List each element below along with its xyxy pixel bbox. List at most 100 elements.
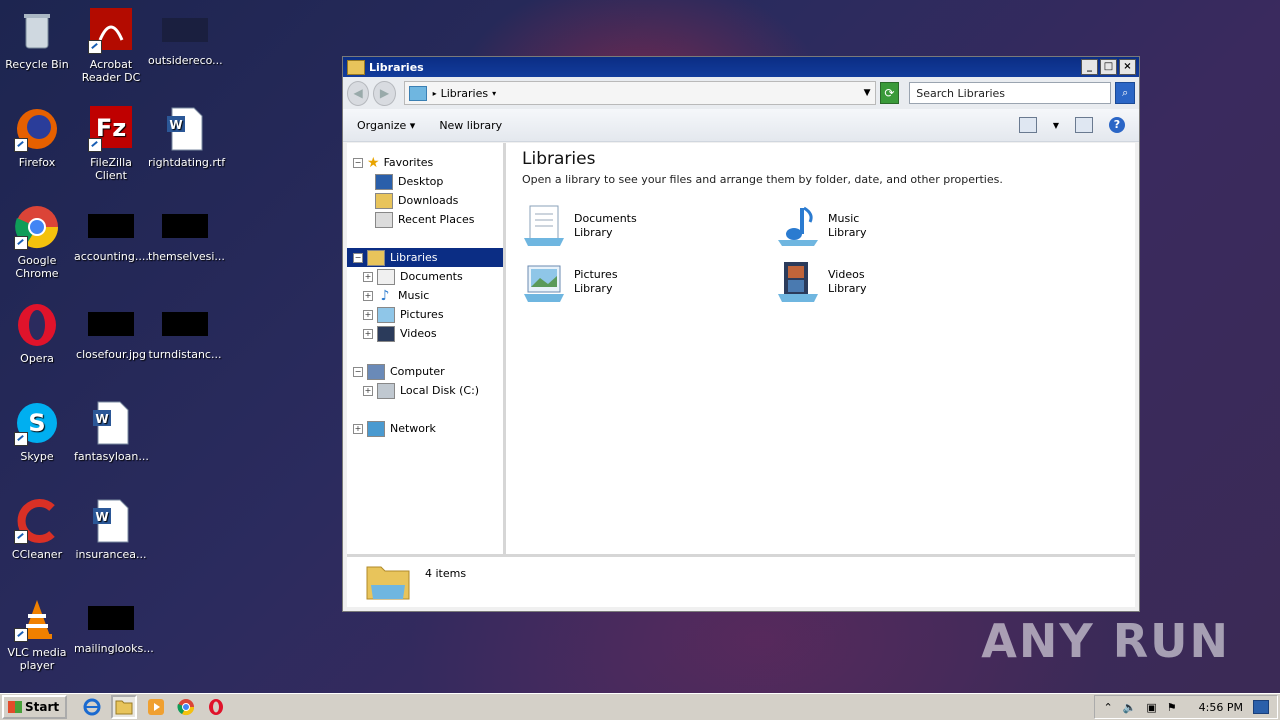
tree-label: Documents — [400, 270, 463, 283]
desktop-icon-label: outsidereco... — [148, 54, 223, 67]
desktop-icon-label: Recycle Bin — [5, 58, 69, 71]
desktop-icon-opera[interactable]: Opera — [0, 302, 74, 365]
tree-label: Favorites — [383, 156, 434, 169]
collapse-icon[interactable]: − — [353, 157, 363, 168]
tree-music[interactable]: + ♪ Music — [347, 286, 503, 305]
refresh-button[interactable]: ⟳ — [879, 82, 900, 104]
tree-pictures[interactable]: + Pictures — [347, 305, 503, 324]
new-library-button[interactable]: New library — [439, 119, 502, 132]
desktop-icon-label: fantasyloan... — [74, 450, 149, 463]
show-desktop-icon[interactable] — [1253, 700, 1269, 714]
tree-network[interactable]: + Network — [347, 419, 503, 438]
taskbar-chrome-icon[interactable] — [175, 697, 197, 717]
desktop-icon-turndistanc[interactable]: turndistanc... — [148, 302, 222, 361]
library-videos[interactable]: Videos Library — [776, 260, 1030, 304]
library-music[interactable]: Music Library — [776, 204, 1030, 248]
music-library-icon — [776, 204, 820, 248]
library-type: Library — [828, 282, 867, 295]
desktop-icon-insurancea[interactable]: W insurancea... — [74, 498, 148, 561]
library-pictures[interactable]: Pictures Library — [522, 260, 776, 304]
start-button[interactable]: Start — [2, 695, 68, 719]
ccleaner-icon — [14, 498, 60, 544]
change-view-icon[interactable] — [1018, 117, 1037, 133]
tree-downloads[interactable]: Downloads — [347, 191, 503, 210]
desktop-icon-closefour[interactable]: closefour.jpg — [74, 302, 148, 361]
tree-documents[interactable]: + Documents — [347, 267, 503, 286]
breadcrumb-libraries[interactable]: Libraries — [441, 87, 489, 100]
libraries-icon — [367, 249, 385, 266]
tree-recent-places[interactable]: Recent Places — [347, 210, 503, 229]
library-type: Library — [574, 282, 613, 295]
address-bar[interactable]: ▸ Libraries ▾ ▼ — [403, 81, 876, 105]
search-icon[interactable]: ⌕ — [1115, 82, 1135, 104]
expand-icon[interactable]: + — [353, 423, 363, 434]
address-history-dropdown-icon[interactable]: ▼ — [864, 88, 871, 98]
minimize-button[interactable]: _ — [1081, 59, 1098, 75]
view-options-dropdown-icon[interactable]: ▼ — [1053, 121, 1059, 130]
tree-computer[interactable]: − Computer — [347, 362, 503, 381]
taskbar-media-player-icon[interactable] — [145, 697, 167, 717]
desktop-icon-label: turndistanc... — [148, 348, 222, 361]
desktop-icon-firefox[interactable]: Firefox — [0, 106, 74, 169]
expand-icon[interactable]: + — [363, 290, 373, 301]
clock[interactable]: 4:56 PM — [1199, 701, 1243, 714]
desktop-icon-filezilla[interactable]: Fz FileZilla Client — [74, 106, 148, 182]
desktop-icon-vlc[interactable]: VLC media player — [0, 596, 74, 672]
desktop-icon-chrome[interactable]: Google Chrome — [0, 204, 74, 280]
taskbar-explorer-icon[interactable] — [111, 695, 138, 719]
tree-label: Videos — [400, 327, 437, 340]
desktop-icon-label: mailinglooks... — [74, 642, 154, 655]
organize-button[interactable]: Organize ▾ — [357, 119, 415, 132]
search-input[interactable]: Search Libraries — [909, 82, 1112, 104]
expand-icon[interactable]: + — [363, 385, 373, 396]
forward-button[interactable]: ▶ — [373, 80, 396, 106]
tree-favorites[interactable]: − ★ Favorites — [347, 153, 503, 172]
svg-text:W: W — [169, 118, 182, 132]
help-icon[interactable]: ? — [1109, 117, 1125, 133]
desktop-icon-outsidereco[interactable]: outsidereco... — [148, 8, 223, 67]
filezilla-icon: Fz — [88, 106, 134, 152]
command-bar: Organize ▾ New library ▼ ? — [343, 109, 1139, 142]
show-hidden-icons-icon[interactable]: ⌃ — [1103, 701, 1112, 714]
collapse-icon[interactable]: − — [353, 366, 363, 377]
back-button[interactable]: ◀ — [347, 80, 370, 106]
expand-icon[interactable]: + — [363, 328, 373, 339]
desktop-icon-themselvesi[interactable]: themselvesi... — [148, 204, 225, 263]
desktop-icon-rightdating[interactable]: W rightdating.rtf — [148, 106, 225, 169]
desktop-icon-mailinglooks[interactable]: mailinglooks... — [74, 596, 154, 655]
taskbar-ie-icon[interactable] — [81, 697, 103, 717]
network-tray-icon[interactable]: ▣ — [1146, 701, 1156, 714]
action-center-flag-icon[interactable]: ⚑ — [1167, 701, 1177, 714]
tree-local-disk[interactable]: + Local Disk (C:) — [347, 381, 503, 400]
computer-icon — [367, 363, 385, 380]
close-button[interactable]: × — [1119, 59, 1136, 75]
content-pane: Libraries Open a library to see your fil… — [506, 143, 1135, 555]
volume-icon[interactable]: 🔈 — [1123, 701, 1137, 714]
desktop-icon-accounting[interactable]: accounting.... — [74, 204, 149, 263]
svg-text:S: S — [28, 409, 45, 437]
maximize-button[interactable]: □ — [1100, 59, 1117, 75]
collapse-icon[interactable]: − — [353, 252, 363, 263]
title-bar[interactable]: Libraries _ □ × — [343, 57, 1139, 77]
tree-label: Pictures — [400, 308, 444, 321]
desktop-icon-recycle-bin[interactable]: Recycle Bin — [0, 8, 74, 71]
taskbar-opera-icon[interactable] — [205, 697, 227, 717]
word-document-icon: W — [162, 106, 208, 152]
desktop-icon-fantasyloan[interactable]: W fantasyloan... — [74, 400, 149, 463]
file-thumbnail — [162, 214, 208, 238]
desktop-icon-label: themselvesi... — [148, 250, 225, 263]
expand-icon[interactable]: + — [363, 271, 373, 282]
desktop-icon-ccleaner[interactable]: CCleaner — [0, 498, 74, 561]
breadcrumb-dropdown-icon[interactable]: ▾ — [492, 89, 496, 98]
tree-label: Network — [390, 422, 436, 435]
desktop-icon-skype[interactable]: S Skype — [0, 400, 74, 463]
tree-libraries[interactable]: − Libraries — [347, 248, 503, 267]
desktop-icon-acrobat[interactable]: Acrobat Reader DC — [74, 8, 148, 84]
tree-videos[interactable]: + Videos — [347, 324, 503, 343]
expand-icon[interactable]: + — [363, 309, 373, 320]
library-documents[interactable]: Documents Library — [522, 204, 776, 248]
tree-desktop[interactable]: Desktop — [347, 172, 503, 191]
libraries-folder-icon — [365, 561, 411, 601]
libraries-icon — [408, 85, 427, 101]
preview-pane-icon[interactable] — [1075, 117, 1093, 133]
